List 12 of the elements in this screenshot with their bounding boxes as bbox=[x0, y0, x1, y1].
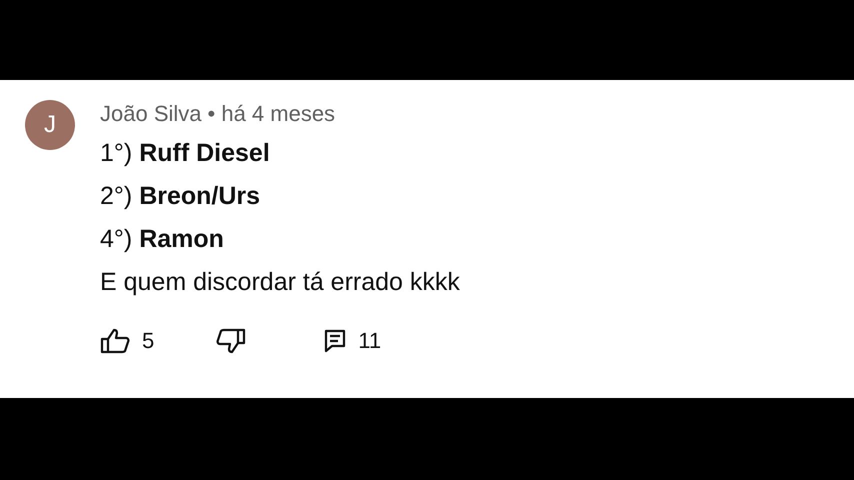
comment-line: 4°) Ramon bbox=[100, 224, 225, 255]
author-name[interactable]: João Silva bbox=[100, 101, 202, 127]
thumbs-up-icon[interactable] bbox=[100, 328, 130, 354]
comment-date: • há 4 meses bbox=[208, 101, 336, 127]
comment-line: 1°) Ruff Diesel bbox=[100, 138, 271, 169]
like-count: 5 bbox=[142, 328, 154, 354]
thumbs-down-icon[interactable] bbox=[216, 328, 246, 354]
avatar[interactable]: J bbox=[25, 100, 75, 150]
comment-line: 2°) Breon/Urs bbox=[100, 181, 262, 212]
reply-count: 11 bbox=[358, 328, 382, 354]
comment-line: E quem discordar tá errado kkkk bbox=[100, 267, 460, 298]
reply-icon[interactable] bbox=[324, 329, 346, 353]
